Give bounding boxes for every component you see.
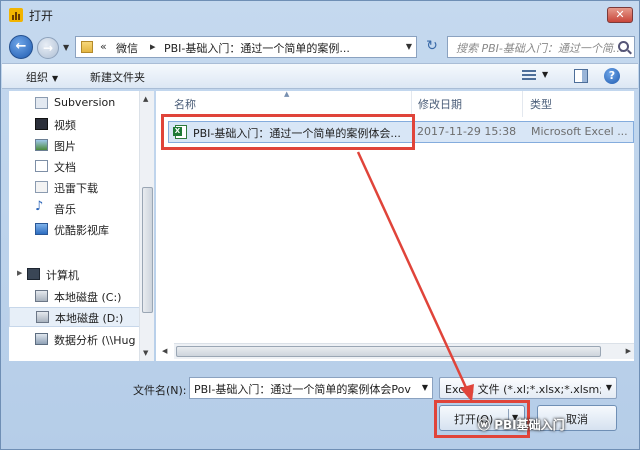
document-icon xyxy=(35,160,48,172)
sidebar-item-drive-d[interactable]: 本地磁盘 (D:) xyxy=(9,307,147,327)
back-button[interactable]: ← xyxy=(9,35,33,59)
recent-locations-dropdown[interactable]: ▼ xyxy=(63,43,69,52)
scroll-down-icon[interactable]: ▼ xyxy=(143,349,148,357)
column-header-type[interactable]: 类型 xyxy=(530,96,552,112)
scroll-right-icon[interactable]: ▶ xyxy=(626,347,631,355)
sidebar-item-drive-c[interactable]: 本地磁盘 (C:) xyxy=(9,286,139,306)
address-overflow[interactable]: « xyxy=(100,40,107,53)
drive-c-icon xyxy=(35,290,48,302)
column-header-name[interactable]: 名称 xyxy=(174,96,196,112)
window-title: 打开 xyxy=(29,9,54,23)
file-modified-date: 2017-11-29 15:38 xyxy=(417,125,517,138)
navigation-pane[interactable]: Subversion 视频 图片 文档 迅雷下载 ♪ 音乐 优酷影视库 ▶ 计算… xyxy=(9,91,154,361)
file-type: Microsoft Excel ... xyxy=(531,125,628,138)
breadcrumb-current-folder[interactable]: PBI-基础入门：通过一个简单的案例... xyxy=(164,40,350,56)
search-box[interactable]: 搜索 PBI-基础入门：通过一个简... xyxy=(447,36,635,58)
sidebar-item-music[interactable]: ♪ 音乐 xyxy=(9,198,139,218)
chevron-down-icon: ▼ xyxy=(52,74,59,83)
watermark-logo: ⓦ PBI基础入门 xyxy=(478,418,565,432)
sidebar-item-label: 音乐 xyxy=(54,203,76,216)
chevron-down-icon[interactable]: ▼ xyxy=(606,383,612,392)
filename-value: PBI-基础入门：通过一个简单的案例体会Pov xyxy=(194,383,411,396)
search-icon[interactable] xyxy=(618,41,629,52)
scroll-up-icon[interactable]: ▲ xyxy=(143,95,148,103)
refresh-button[interactable]: ↻ xyxy=(421,36,443,58)
view-options-icon[interactable] xyxy=(522,70,536,82)
file-type-filter[interactable]: Excel 文件 (*.xl;*.xlsx;*.xlsm;*.x ▼ xyxy=(439,377,617,399)
sidebar-item-pictures[interactable]: 图片 xyxy=(9,135,139,155)
filename-input[interactable]: PBI-基础入门：通过一个简单的案例体会Pov ▼ xyxy=(189,377,433,399)
sidebar-item-label: 数据分析 (\\Hug xyxy=(54,334,136,347)
folder-icon xyxy=(81,41,93,53)
breadcrumb-wechat[interactable]: 微信 xyxy=(116,40,138,56)
subversion-icon xyxy=(35,97,48,109)
video-icon xyxy=(35,118,48,130)
sidebar-item-subversion[interactable]: Subversion xyxy=(9,93,139,113)
sidebar-item-label: 优酷影视库 xyxy=(54,224,109,237)
command-toolbar: 组织 ▼ 新建文件夹 ▼ ? xyxy=(2,63,638,89)
column-header-modified[interactable]: 修改日期 xyxy=(418,96,462,112)
horizontal-scrollbar[interactable]: ◀ ▶ xyxy=(162,343,634,359)
filename-dropdown-icon[interactable]: ▼ xyxy=(422,383,428,392)
music-icon: ♪ xyxy=(35,199,44,214)
navigation-pane-scrollbar[interactable]: ▲ ▼ xyxy=(139,91,154,361)
sidebar-item-thunder[interactable]: 迅雷下载 xyxy=(9,177,139,197)
forward-button[interactable]: → xyxy=(37,37,59,59)
sidebar-item-label: 视频 xyxy=(54,119,76,132)
new-folder-button[interactable]: 新建文件夹 xyxy=(90,69,145,85)
search-placeholder: 搜索 PBI-基础入门：通过一个简... xyxy=(456,42,624,55)
drive-d-icon xyxy=(36,311,49,323)
sidebar-item-label: Subversion xyxy=(54,96,116,109)
breadcrumb-separator-icon[interactable]: ▸ xyxy=(150,40,156,53)
sidebar-item-label: 图片 xyxy=(54,140,76,153)
file-highlight-annotation xyxy=(161,114,415,150)
sidebar-item-video[interactable]: 视频 xyxy=(9,114,139,134)
close-button[interactable]: ✕ xyxy=(607,7,633,23)
computer-icon xyxy=(27,268,40,280)
address-bar[interactable]: « 微信 ▸ PBI-基础入门：通过一个简单的案例... ▼ xyxy=(75,36,417,58)
sidebar-item-label: 计算机 xyxy=(46,269,79,282)
network-drive-icon xyxy=(35,333,48,345)
scrollbar-thumb[interactable] xyxy=(142,187,153,313)
app-chart-icon xyxy=(9,8,23,22)
sidebar-item-computer[interactable]: ▶ 计算机 xyxy=(9,264,139,284)
sidebar-item-label: 迅雷下载 xyxy=(54,182,98,195)
scroll-left-icon[interactable]: ◀ xyxy=(162,347,167,355)
address-dropdown-icon[interactable]: ▼ xyxy=(406,42,412,51)
navigation-bar: ← → ▼ « 微信 ▸ PBI-基础入门：通过一个简单的案例... ▼ ↻ 搜… xyxy=(7,33,635,61)
organize-menu[interactable]: 组织 ▼ xyxy=(26,69,58,85)
youku-icon xyxy=(35,223,48,235)
open-file-dialog: 打开 ✕ ← → ▼ « 微信 ▸ PBI-基础入门：通过一个简单的案例... … xyxy=(0,0,640,450)
file-type-filter-value: Excel 文件 (*.xl;*.xlsx;*.xlsm;*.x xyxy=(445,383,601,396)
sidebar-item-network-drive[interactable]: 数据分析 (\\Hug xyxy=(9,329,139,349)
scrollbar-thumb[interactable] xyxy=(176,346,601,357)
sidebar-item-documents[interactable]: 文档 xyxy=(9,156,139,176)
organize-label: 组织 xyxy=(26,71,48,84)
help-icon[interactable]: ? xyxy=(604,68,620,84)
title-bar: 打开 ✕ xyxy=(1,1,639,29)
tree-expand-icon[interactable]: ▶ xyxy=(17,269,22,277)
thunder-download-icon xyxy=(35,181,48,193)
sidebar-item-label: 文档 xyxy=(54,161,76,174)
sidebar-item-label: 本地磁盘 (C:) xyxy=(54,291,122,304)
picture-icon xyxy=(35,139,48,151)
filename-label: 文件名(N): xyxy=(133,384,187,397)
column-divider[interactable] xyxy=(522,91,523,117)
view-dropdown-icon[interactable]: ▼ xyxy=(542,70,548,79)
watermark-text: PBI基础入门 xyxy=(494,418,565,432)
preview-pane-icon[interactable] xyxy=(574,69,588,83)
sort-ascending-icon: ▲ xyxy=(284,90,290,98)
sidebar-item-label: 本地磁盘 (D:) xyxy=(55,312,124,325)
sidebar-item-youku[interactable]: 优酷影视库 xyxy=(9,219,139,239)
